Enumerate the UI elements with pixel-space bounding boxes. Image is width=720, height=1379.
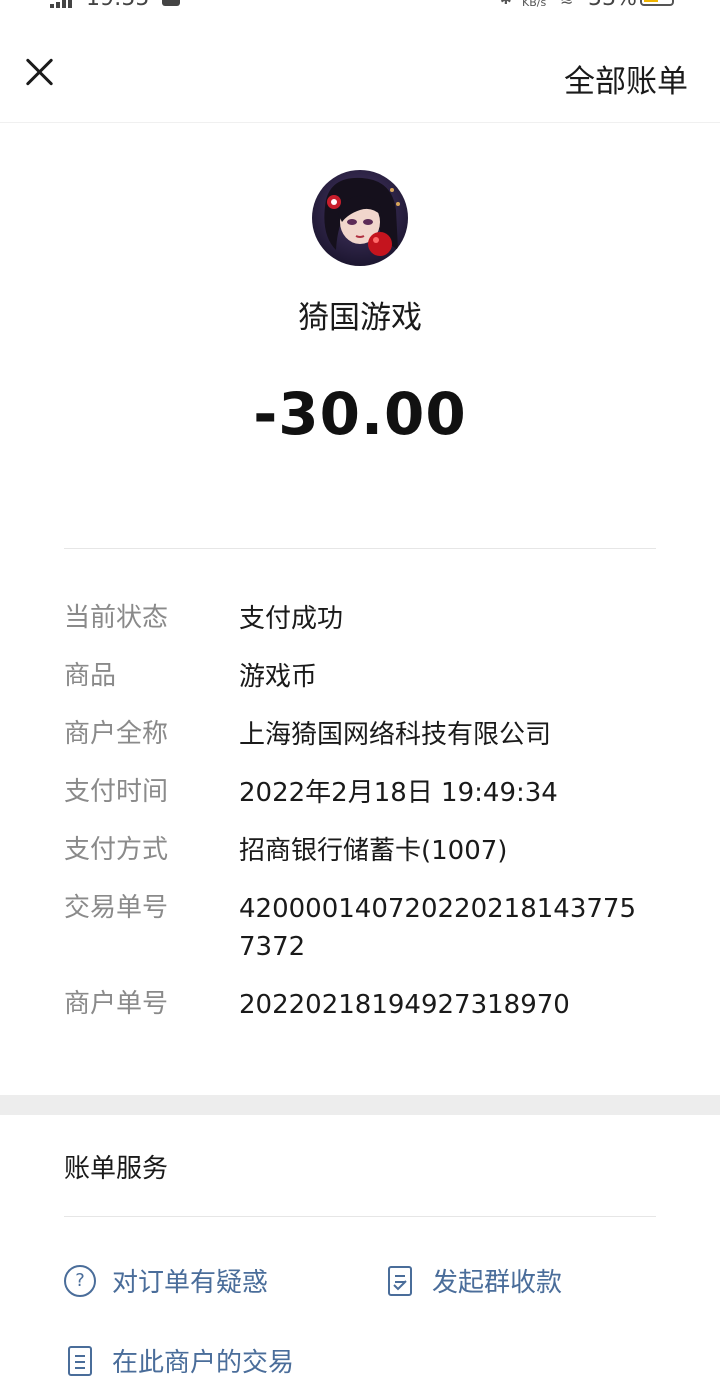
detail-value[interactable]: 4200001407202202181437757372 <box>239 890 656 966</box>
section-gap <box>0 1095 720 1115</box>
detail-label: 商户单号 <box>64 989 169 1019</box>
nav-divider <box>0 122 720 123</box>
detail-row-pay-method: 支付方式 招商银行储蓄卡(1007) <box>64 832 656 870</box>
question-circle-icon: ? <box>64 1264 96 1297</box>
detail-value: 招商银行储蓄卡(1007) <box>239 836 508 866</box>
close-icon[interactable] <box>22 54 58 90</box>
document-icon <box>64 1345 96 1377</box>
merchant-avatar <box>312 170 408 266</box>
group-collect-link[interactable]: 发起群收款 <box>384 1262 562 1299</box>
nav-bar: 全部账单 <box>0 28 720 122</box>
detail-label: 支付时间 <box>64 777 169 807</box>
detail-label: 支付方式 <box>64 835 169 865</box>
detail-label: 当前状态 <box>64 603 169 633</box>
merchant-transactions-link[interactable]: 在此商户的交易 <box>64 1342 294 1379</box>
detail-value: 游戏币 <box>239 662 318 692</box>
detail-label: 交易单号 <box>64 893 169 923</box>
detail-row-transaction-id: 交易单号 4200001407202202181437757372 <box>64 890 656 966</box>
detail-row-pay-time: 支付时间 2022年2月18日 19:49:34 <box>64 774 656 812</box>
detail-value: 2022年2月18日 19:49:34 <box>239 778 558 808</box>
detail-value: 上海猗国网络科技有限公司 <box>239 720 552 750</box>
detail-row-product: 商品 游戏币 <box>64 658 656 696</box>
doubt-order-link[interactable]: ? 对订单有疑惑 <box>64 1262 268 1299</box>
detail-row-merchant-fullname: 商户全称 上海猗国网络科技有限公司 <box>64 716 656 754</box>
link-label: 在此商户的交易 <box>112 1348 295 1378</box>
status-time: 19:55 <box>86 0 149 11</box>
status-bar: 19:55 ✱ KB/s ≋ 53% <box>0 0 720 12</box>
wifi-icon: ≋ <box>560 0 573 9</box>
detail-value[interactable]: 20220218194927318970 <box>239 986 656 1024</box>
link-label: 对订单有疑惑 <box>112 1268 269 1298</box>
notification-icon <box>162 0 180 6</box>
payment-amount: -30.00 <box>253 380 467 448</box>
link-label: 发起群收款 <box>432 1268 563 1298</box>
bill-details: 当前状态 支付成功 商品 游戏币 商户全称 上海猗国网络科技有限公司 支付时间 … <box>64 600 656 1044</box>
section-divider <box>64 1216 656 1217</box>
bluetooth-icon: ✱ <box>500 0 512 8</box>
detail-row-status: 当前状态 支付成功 <box>64 600 656 638</box>
net-speed: KB/s <box>522 0 547 9</box>
detail-label: 商户全称 <box>64 719 169 749</box>
section-divider <box>64 548 656 549</box>
services-title: 账单服务 <box>64 1154 169 1184</box>
signal-icon <box>50 0 74 8</box>
detail-row-merchant-order-id: 商户单号 20220218194927318970 <box>64 986 656 1024</box>
merchant-name: 猗国游戏 <box>298 300 422 336</box>
battery-percent: 53% <box>588 0 637 11</box>
detail-label: 商品 <box>64 661 117 691</box>
all-bills-button[interactable]: 全部账单 <box>564 56 688 101</box>
checklist-doc-icon <box>384 1265 416 1297</box>
battery-icon <box>640 0 674 6</box>
detail-value: 支付成功 <box>239 604 344 634</box>
